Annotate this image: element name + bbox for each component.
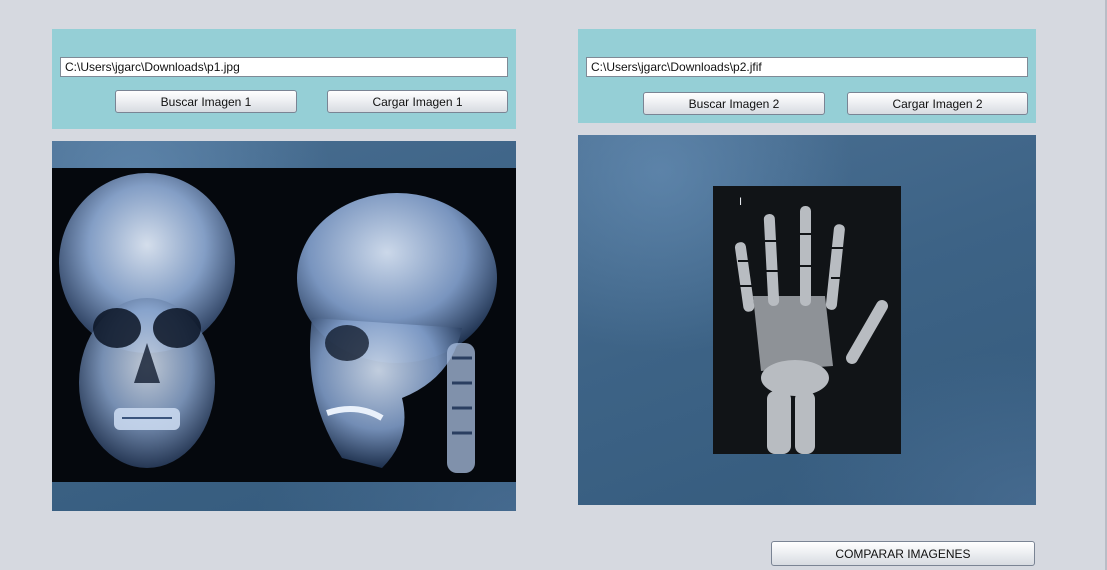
image2-viewer: I (578, 135, 1036, 505)
image-marker-label: I (739, 196, 742, 208)
compare-images-button[interactable]: COMPARAR IMAGENES (771, 541, 1035, 566)
search-image1-button[interactable]: Buscar Imagen 1 (115, 90, 297, 113)
image1-path-field[interactable] (60, 57, 508, 77)
load-image2-button[interactable]: Cargar Imagen 2 (847, 92, 1028, 115)
image2-control-panel: Buscar Imagen 2 Cargar Imagen 2 (578, 29, 1036, 123)
skull-xray-image (52, 168, 516, 482)
image1-control-panel: Buscar Imagen 1 Cargar Imagen 1 (52, 29, 516, 129)
hand-xray-image: I (713, 186, 901, 454)
image1-viewer (52, 141, 516, 511)
search-image2-button[interactable]: Buscar Imagen 2 (643, 92, 825, 115)
image2-path-field[interactable] (586, 57, 1028, 77)
load-image1-button[interactable]: Cargar Imagen 1 (327, 90, 508, 113)
